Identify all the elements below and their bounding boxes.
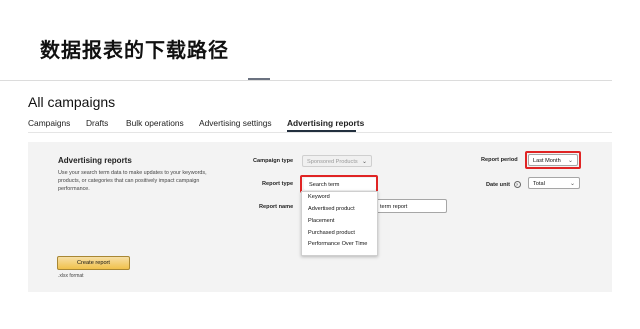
date-unit-label-wrap: Date unit ? [486, 181, 521, 188]
report-period-select[interactable]: Last Month ⌄ [528, 154, 578, 166]
report-period-value: Last Month [533, 158, 561, 164]
dropdown-option-advertised-product[interactable]: Advertised product [308, 206, 355, 212]
tab-bulk-operations[interactable]: Bulk operations [126, 118, 184, 128]
format-note: .xlsx format [58, 273, 84, 279]
campaign-type-label: Campaign type [253, 158, 294, 164]
chevron-down-icon: ⌄ [361, 159, 367, 165]
tab-campaigns[interactable]: Campaigns [28, 118, 70, 128]
tab-drafts[interactable]: Drafts [86, 118, 108, 128]
campaign-type-select: Sponsored Products ⌄ [302, 155, 372, 167]
dropdown-option-keyword[interactable]: Keyword [308, 194, 330, 200]
report-name-input[interactable]: term report [375, 199, 447, 213]
report-type-select[interactable]: Search term [304, 178, 376, 190]
info-icon[interactable]: ? [513, 181, 521, 188]
dropdown-option-placement[interactable]: Placement [308, 218, 334, 224]
report-type-value: Search term [309, 182, 340, 188]
divider [28, 132, 612, 133]
chevron-down-icon: ⌄ [567, 158, 573, 164]
slide-title: 数据报表的下载路径 [40, 38, 229, 62]
date-unit-label: Date unit [486, 181, 510, 188]
report-name-label: Report name [259, 204, 294, 210]
page-title: All campaigns [28, 94, 116, 110]
date-unit-select[interactable]: Total ⌄ [528, 177, 580, 189]
panel-description: Use your search term data to make update… [58, 170, 207, 192]
dropdown-option-purchased-product[interactable]: Purchased product [308, 230, 355, 236]
chevron-down-icon: ⌄ [569, 181, 575, 187]
date-unit-value: Total [533, 181, 545, 187]
create-report-button[interactable]: Create report [57, 256, 130, 270]
panel-title: Advertising reports [58, 156, 132, 165]
campaign-type-value: Sponsored Products [307, 159, 358, 165]
report-period-label: Report period [481, 157, 518, 163]
report-type-label: Report type [262, 181, 294, 187]
dropdown-option-performance-over-time[interactable]: Performance Over Time [308, 241, 367, 247]
report-type-dropdown: Keyword Advertised product Placement Pur… [301, 191, 378, 256]
report-name-value: term report [380, 204, 408, 210]
divider [0, 80, 612, 81]
tab-advertising-reports[interactable]: Advertising reports [287, 118, 364, 128]
tab-advertising-settings[interactable]: Advertising settings [199, 118, 272, 128]
